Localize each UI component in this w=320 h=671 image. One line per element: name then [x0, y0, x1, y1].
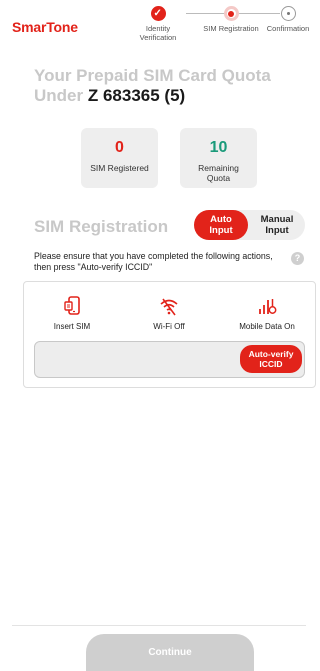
step-identity-verification: ✓ Identity Verification: [128, 6, 188, 42]
step-sim-registration: SIM Registration: [201, 6, 261, 33]
phone-sim-icon: [64, 296, 80, 315]
continue-button[interactable]: Continue: [86, 634, 254, 671]
quota-title-id: Z 683365 (5): [87, 86, 186, 105]
instruction-text: Please ensure that you have completed th…: [34, 251, 273, 272]
auto-verify-panel: Insert SIM Wi-Fi Off Mobile Data On Auto…: [23, 281, 316, 388]
sim-registration-title: SIM Registration: [34, 217, 169, 236]
action-label: Wi-Fi Off: [153, 322, 185, 331]
iccid-field[interactable]: Auto-verify ICCID: [34, 341, 305, 378]
remaining-quota-label: Remaining Quota: [198, 163, 239, 183]
smartone-logo: SmarTone: [12, 19, 78, 35]
step-confirmation: Confirmation: [258, 6, 318, 33]
auto-verify-iccid-button[interactable]: Auto-verify ICCID: [240, 345, 302, 373]
action-mobile-data-on: Mobile Data On: [227, 296, 307, 331]
pending-step-icon: [280, 6, 296, 21]
action-insert-sim: Insert SIM: [32, 296, 112, 331]
current-step-icon: [223, 6, 239, 21]
step-label: SIM Registration: [203, 24, 259, 33]
manual-input-label: Manual Input: [260, 214, 294, 236]
help-icon[interactable]: ?: [291, 252, 304, 265]
remaining-quota-count: 10: [209, 139, 228, 156]
step-label: Confirmation: [266, 24, 310, 33]
footer-divider: [12, 625, 306, 626]
sim-registered-count: 0: [115, 139, 124, 156]
action-wifi-off: Wi-Fi Off: [129, 296, 209, 331]
wifi-off-icon: [160, 298, 178, 316]
remaining-quota-card: 10 Remaining Quota: [180, 128, 257, 188]
input-mode-toggle: Auto Input Manual Input: [194, 210, 305, 240]
step-label: Identity Verification: [139, 24, 177, 42]
signal-bars-icon: [259, 299, 277, 314]
quota-title: Your Prepaid SIM Card Quota Under Z 6833…: [34, 66, 312, 106]
sim-registered-label: SIM Registered: [90, 163, 149, 173]
action-label: Insert SIM: [53, 322, 91, 331]
action-label: Mobile Data On: [239, 322, 295, 331]
check-icon: ✓: [150, 6, 166, 21]
manual-input-toggle[interactable]: Manual Input: [250, 210, 304, 240]
header: SmarTone ✓ Identity Verification SIM Reg…: [0, 0, 318, 56]
auto-input-toggle[interactable]: Auto Input: [194, 210, 248, 240]
sim-registered-card: 0 SIM Registered: [81, 128, 158, 188]
auto-input-label: Auto Input: [209, 214, 233, 236]
